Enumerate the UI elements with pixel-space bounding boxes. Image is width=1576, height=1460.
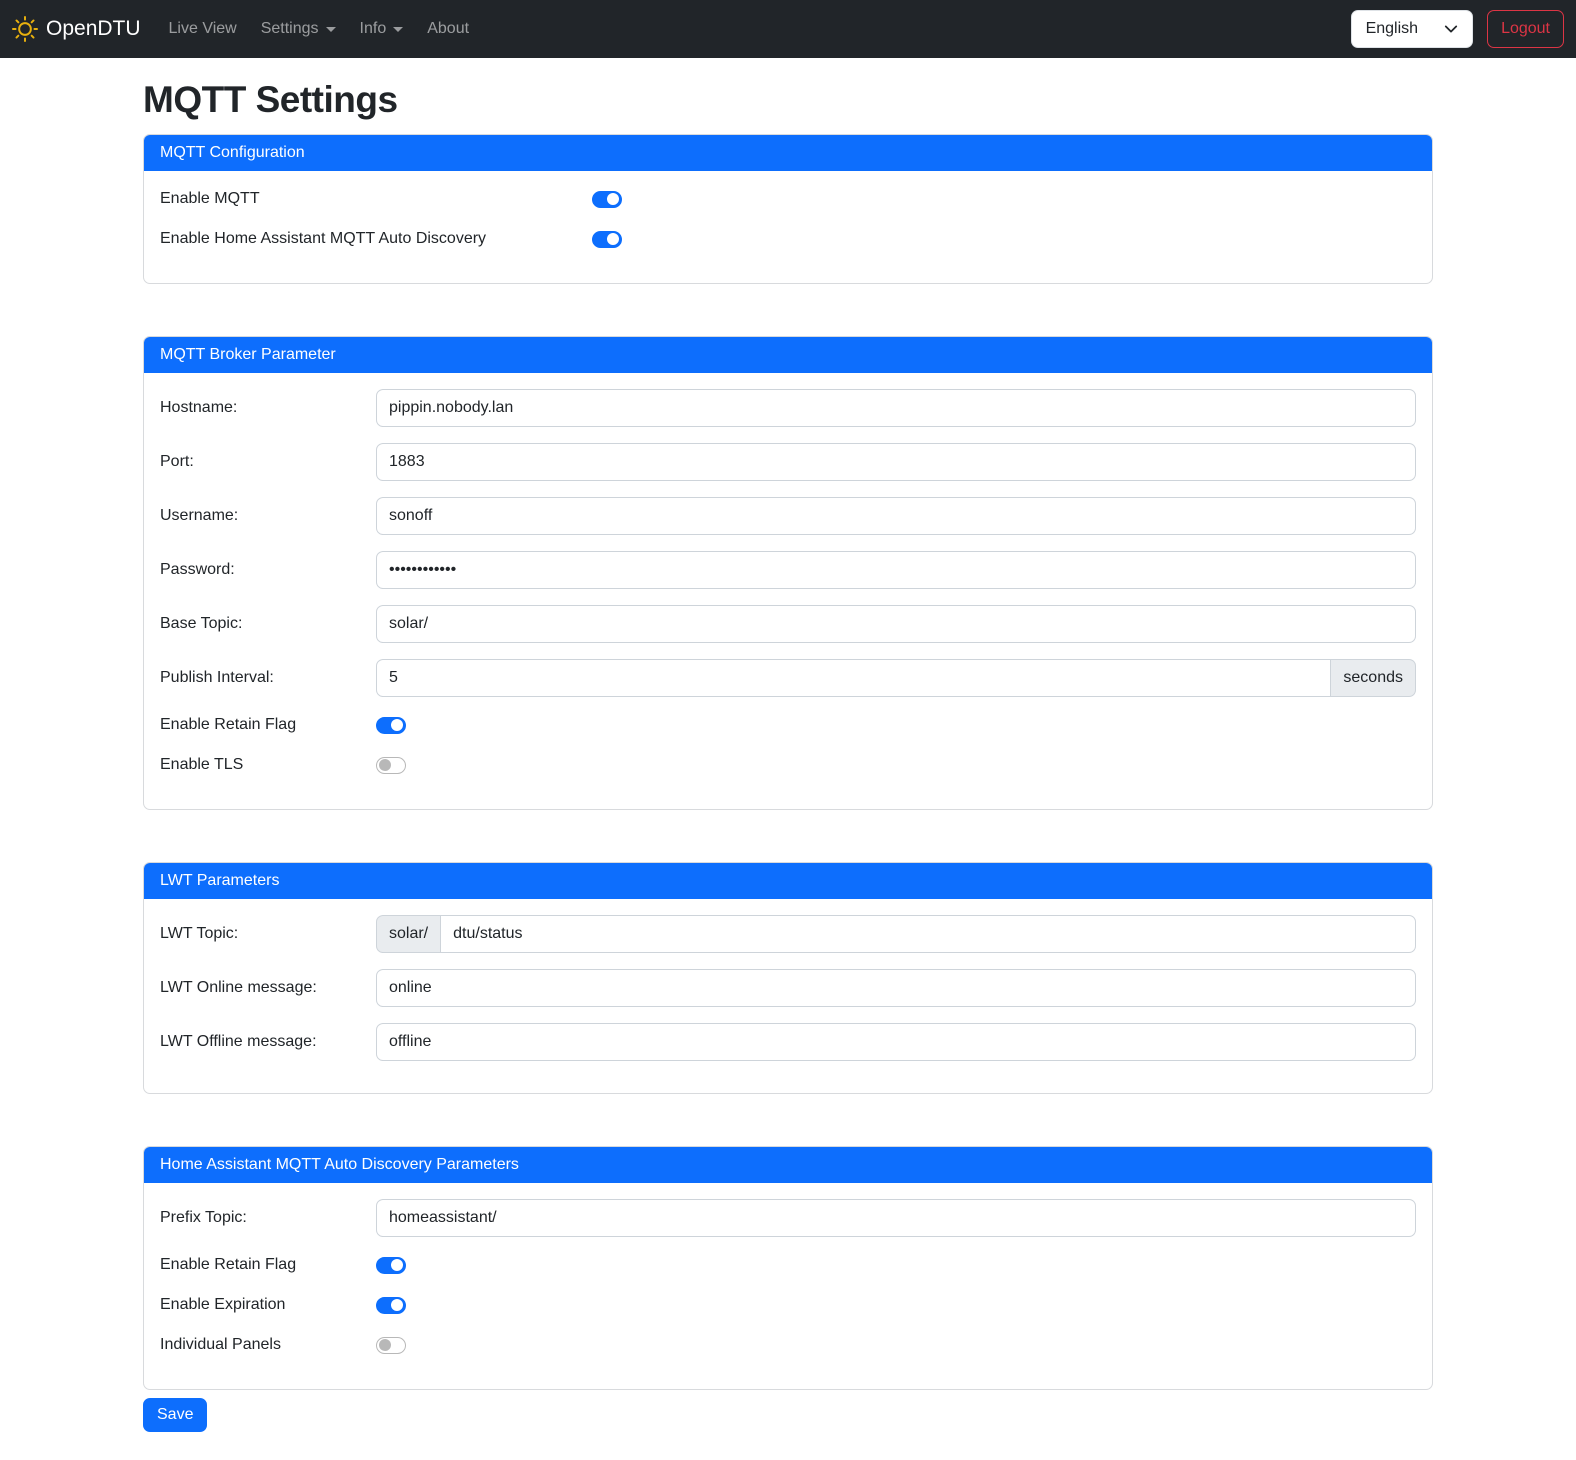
username-label: Username:	[160, 507, 376, 525]
enable-mqtt-toggle[interactable]	[592, 191, 622, 208]
lwt-topic-row: LWT Topic: solar/	[160, 915, 1416, 953]
lwt-online-label: LWT Online message:	[160, 979, 376, 997]
enable-retain-toggle[interactable]	[376, 717, 406, 734]
top-navbar: OpenDTU Live View Settings Info About En…	[0, 0, 1576, 58]
nav-item-settings[interactable]: Settings	[249, 12, 348, 46]
prefix-topic-row: Prefix Topic:	[160, 1199, 1416, 1237]
mqtt-broker-header: MQTT Broker Parameter	[144, 337, 1432, 373]
nav-item-info[interactable]: Info	[348, 12, 416, 46]
port-input[interactable]	[376, 443, 1416, 481]
lwt-parameters-card: LWT Parameters LWT Topic: solar/ LWT Onl…	[143, 862, 1433, 1094]
publish-interval-unit: seconds	[1331, 659, 1416, 697]
prefix-topic-label: Prefix Topic:	[160, 1209, 376, 1227]
enable-retain-row: Enable Retain Flag	[160, 713, 1416, 737]
ha-discovery-header: Home Assistant MQTT Auto Discovery Param…	[144, 1147, 1432, 1183]
chevron-down-icon	[1444, 22, 1458, 36]
lwt-topic-label: LWT Topic:	[160, 925, 376, 943]
mqtt-configuration-card: MQTT Configuration Enable MQTT Enable Ho…	[143, 134, 1433, 284]
ha-discovery-card: Home Assistant MQTT Auto Discovery Param…	[143, 1146, 1433, 1390]
lwt-topic-prefix: solar/	[376, 915, 440, 953]
enable-ha-discovery-row: Enable Home Assistant MQTT Auto Discover…	[160, 227, 1416, 251]
lwt-offline-input[interactable]	[376, 1023, 1416, 1061]
password-label: Password:	[160, 561, 376, 579]
port-label: Port:	[160, 453, 376, 471]
port-row: Port:	[160, 443, 1416, 481]
individual-panels-row: Individual Panels	[160, 1333, 1416, 1357]
save-button[interactable]: Save	[143, 1398, 207, 1432]
enable-tls-toggle[interactable]	[376, 757, 406, 774]
caret-down-icon	[326, 27, 336, 32]
logout-button[interactable]: Logout	[1487, 10, 1564, 48]
lwt-offline-label: LWT Offline message:	[160, 1033, 376, 1051]
language-selected-value: English	[1366, 20, 1418, 38]
password-row: Password:	[160, 551, 1416, 589]
base-topic-label: Base Topic:	[160, 615, 376, 633]
caret-down-icon	[393, 27, 403, 32]
hostname-input[interactable]	[376, 389, 1416, 427]
lwt-offline-row: LWT Offline message:	[160, 1023, 1416, 1061]
nav-item-live-view[interactable]: Live View	[157, 12, 249, 46]
enable-expiration-toggle[interactable]	[376, 1297, 406, 1314]
hostname-label: Hostname:	[160, 399, 376, 417]
lwt-online-row: LWT Online message:	[160, 969, 1416, 1007]
prefix-topic-input[interactable]	[376, 1199, 1416, 1237]
main-content: MQTT Settings MQTT Configuration Enable …	[143, 79, 1433, 1456]
username-input[interactable]	[376, 497, 1416, 535]
base-topic-row: Base Topic:	[160, 605, 1416, 643]
lwt-online-input[interactable]	[376, 969, 1416, 1007]
ha-enable-retain-row: Enable Retain Flag	[160, 1253, 1416, 1277]
nav-item-about-label: About	[427, 20, 469, 38]
enable-retain-label: Enable Retain Flag	[160, 716, 376, 734]
base-topic-input[interactable]	[376, 605, 1416, 643]
enable-expiration-row: Enable Expiration	[160, 1293, 1416, 1317]
lwt-parameters-header: LWT Parameters	[144, 863, 1432, 899]
individual-panels-label: Individual Panels	[160, 1336, 376, 1354]
lwt-topic-input[interactable]	[440, 915, 1416, 953]
hostname-row: Hostname:	[160, 389, 1416, 427]
enable-tls-label: Enable TLS	[160, 756, 376, 774]
publish-interval-row: Publish Interval: seconds	[160, 659, 1416, 697]
ha-enable-retain-toggle[interactable]	[376, 1257, 406, 1274]
nav-item-about[interactable]: About	[415, 12, 481, 46]
language-select[interactable]: English	[1351, 10, 1473, 48]
lwt-parameters-body: LWT Topic: solar/ LWT Online message: LW…	[144, 899, 1432, 1093]
enable-tls-row: Enable TLS	[160, 753, 1416, 777]
sun-icon	[12, 16, 38, 42]
mqtt-configuration-body: Enable MQTT Enable Home Assistant MQTT A…	[144, 171, 1432, 283]
ha-enable-retain-label: Enable Retain Flag	[160, 1256, 376, 1274]
brand-link[interactable]: OpenDTU	[12, 16, 141, 42]
password-input[interactable]	[376, 551, 1416, 589]
mqtt-configuration-header: MQTT Configuration	[144, 135, 1432, 171]
brand-label: OpenDTU	[46, 17, 141, 41]
publish-interval-label: Publish Interval:	[160, 669, 376, 687]
enable-mqtt-row: Enable MQTT	[160, 187, 1416, 211]
enable-mqtt-label: Enable MQTT	[160, 190, 592, 208]
username-row: Username:	[160, 497, 1416, 535]
navbar-right: English Logout	[1351, 10, 1564, 48]
nav-item-info-label: Info	[360, 20, 387, 38]
publish-interval-input[interactable]	[376, 659, 1331, 697]
nav-links: Live View Settings Info About	[157, 12, 1351, 46]
mqtt-broker-card: MQTT Broker Parameter Hostname: Port: Us…	[143, 336, 1433, 810]
page-title: MQTT Settings	[143, 79, 1433, 121]
individual-panels-toggle[interactable]	[376, 1337, 406, 1354]
nav-item-live-view-label: Live View	[169, 20, 237, 38]
nav-item-settings-label: Settings	[261, 20, 319, 38]
enable-ha-discovery-toggle[interactable]	[592, 231, 622, 248]
enable-expiration-label: Enable Expiration	[160, 1296, 376, 1314]
enable-ha-discovery-label: Enable Home Assistant MQTT Auto Discover…	[160, 230, 592, 248]
ha-discovery-body: Prefix Topic: Enable Retain Flag Enable …	[144, 1183, 1432, 1389]
mqtt-broker-body: Hostname: Port: Username: Password:	[144, 373, 1432, 809]
